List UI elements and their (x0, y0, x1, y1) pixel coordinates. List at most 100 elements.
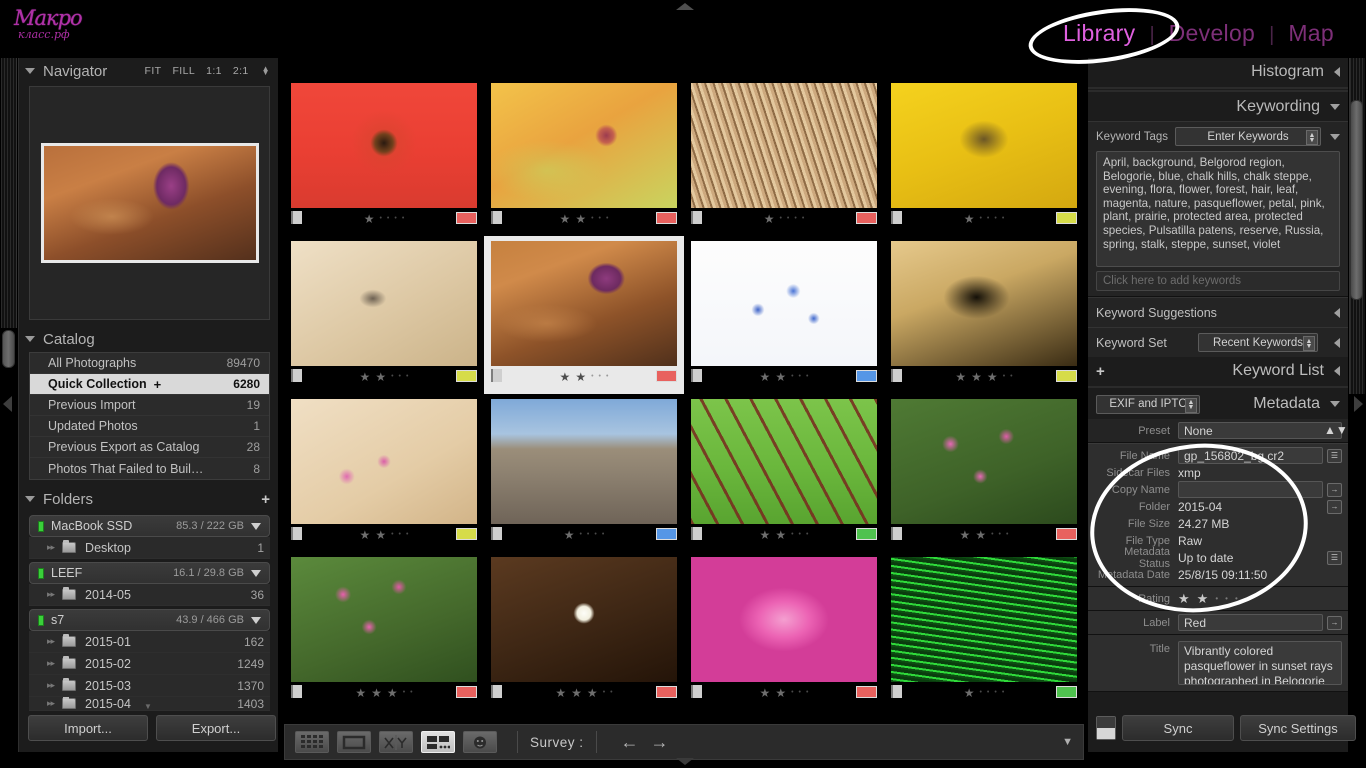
color-label-chip[interactable] (1056, 528, 1077, 540)
color-label-chip[interactable] (856, 686, 877, 698)
catalog-item-all-photographs[interactable]: All Photographs 89470 (30, 353, 269, 374)
rating-star[interactable]: ★ (960, 529, 971, 541)
thumbnail-image[interactable] (291, 399, 477, 524)
flag-icon[interactable] (491, 211, 502, 224)
rating-star[interactable]: ★ (1178, 591, 1190, 607)
rating-stars[interactable]: ★ ★ • • • (760, 529, 809, 541)
thumbnail-cell[interactable]: ★ • • • • (284, 78, 484, 236)
module-library[interactable]: Library (1049, 20, 1149, 47)
chevron-down-icon[interactable] (1330, 401, 1340, 407)
thumbnail-cell[interactable]: ★ ★ • • • (684, 552, 884, 710)
rating-stars[interactable]: ★ ★ • • • (960, 529, 1009, 541)
rating-star[interactable]: • (1010, 371, 1012, 383)
rating-star[interactable]: ★ (360, 529, 371, 541)
thumbnail-image[interactable] (891, 241, 1077, 366)
rating-star[interactable]: • (610, 687, 612, 699)
rating-star[interactable]: • (602, 529, 604, 541)
keywording-disclosure-icon[interactable] (1330, 133, 1340, 140)
catalog-header[interactable]: Catalog (19, 326, 278, 352)
flag-icon[interactable] (691, 685, 702, 698)
rating-star[interactable]: • (591, 371, 593, 383)
add-keywords-input[interactable]: Click here to add keywords (1096, 271, 1340, 291)
thumbnail-image[interactable] (291, 83, 477, 208)
rating-star[interactable]: ★ (964, 213, 975, 225)
thumbnail-cell[interactable]: ★ • • • • (884, 552, 1084, 710)
left-panel-grip[interactable] (1, 58, 17, 328)
rating-stars[interactable]: ★ • • • • (764, 213, 805, 225)
rating-star[interactable]: • (379, 213, 381, 225)
export-button[interactable]: Export... (156, 715, 276, 741)
color-label-chip[interactable] (456, 370, 477, 382)
flag-icon[interactable] (691, 527, 702, 540)
folder-volume-leef[interactable]: LEEF 16.1 / 29.8 GB (29, 562, 270, 584)
rating-star[interactable]: ★ (764, 213, 775, 225)
rating-star[interactable]: ★ (964, 687, 975, 699)
color-label-chip[interactable] (856, 370, 877, 382)
rating-star[interactable]: ★ (775, 529, 786, 541)
rating-star[interactable]: • (994, 687, 996, 699)
rating-star[interactable]: • (799, 529, 801, 541)
rating-star[interactable]: ★ (360, 371, 371, 383)
rating-star[interactable]: • (387, 213, 389, 225)
rating-star[interactable]: • (1235, 594, 1238, 603)
thumbnail-cell[interactable]: ★ ★ • • • (484, 78, 684, 236)
color-label-chip[interactable] (456, 528, 477, 540)
rating-star[interactable]: • (594, 529, 596, 541)
disclosure-icon[interactable]: ▸▸ (47, 658, 55, 669)
people-view-button[interactable] (463, 731, 497, 753)
rating-star[interactable]: • (987, 687, 989, 699)
rating-star[interactable]: • (799, 687, 801, 699)
survey-view-button[interactable] (421, 731, 455, 753)
nav-mode-fill[interactable]: FILL (172, 65, 195, 77)
thumbnail-image[interactable] (491, 399, 677, 524)
metadata-menu-icon[interactable]: ☰ (1327, 448, 1342, 463)
nav-mode-1-1[interactable]: 1:1 (206, 65, 222, 77)
rating-star[interactable]: • (391, 371, 393, 383)
sync-settings-button[interactable]: Sync Settings (1240, 715, 1356, 741)
keywords-textarea[interactable]: April, background, Belgorod region, Belo… (1096, 151, 1340, 267)
rating-star[interactable]: • (799, 371, 801, 383)
stepper-icon[interactable]: ▲▼ (1185, 397, 1197, 413)
rating-star[interactable]: • (1225, 594, 1228, 603)
rating-star[interactable]: • (1003, 371, 1005, 383)
color-label-chip[interactable] (656, 370, 677, 382)
catalog-item-failed-previews[interactable]: Photos That Failed to Buil… 8 (30, 458, 269, 479)
chevron-left-icon[interactable] (1334, 307, 1340, 318)
rating-star[interactable]: ★ (575, 371, 586, 383)
color-label-chip[interactable] (856, 528, 877, 540)
rating-star[interactable]: • (999, 529, 1001, 541)
rating-star[interactable]: • (791, 687, 793, 699)
disclosure-icon[interactable]: ▸▸ (47, 589, 55, 600)
metadata-menu-icon[interactable]: ☰ (1327, 550, 1342, 565)
rating-star[interactable]: • (994, 213, 996, 225)
chevron-down-icon[interactable] (25, 68, 35, 74)
keyword-suggestions-header[interactable]: Keyword Suggestions (1088, 297, 1348, 327)
rating-star[interactable]: • (406, 371, 408, 383)
disclosure-icon[interactable]: ▸▸ (47, 542, 55, 553)
rating-star[interactable]: ★ (760, 371, 771, 383)
rating-star[interactable]: • (591, 213, 593, 225)
rating-star[interactable]: ★ (987, 371, 998, 383)
preset-select[interactable]: None ▲▼ (1178, 422, 1348, 439)
metadata-field-value[interactable] (1178, 481, 1323, 498)
rating-star[interactable]: • (794, 213, 796, 225)
rating-stars[interactable]: ★ • • • • (564, 529, 605, 541)
flag-icon[interactable] (291, 369, 302, 382)
add-keyword-icon[interactable]: + (1096, 363, 1105, 380)
rating-stars[interactable]: ★ ★ • • • (360, 529, 409, 541)
rating-star[interactable]: • (806, 529, 808, 541)
color-label-chip[interactable] (1056, 370, 1077, 382)
thumbnail-image[interactable] (691, 241, 877, 366)
rating-star[interactable]: • (991, 529, 993, 541)
rating-star[interactable]: • (399, 371, 401, 383)
histogram-header[interactable]: Histogram (1088, 58, 1348, 86)
rating-star[interactable]: ★ (775, 687, 786, 699)
left-panel-collapse-icon[interactable] (3, 396, 12, 412)
rating-star[interactable]: • (599, 371, 601, 383)
right-panel-collapse-icon[interactable] (1354, 396, 1363, 412)
rating-star[interactable]: • (587, 529, 589, 541)
folder-row-2015-01[interactable]: ▸▸ 2015-01 162 (29, 631, 270, 653)
navigator-preview-box[interactable] (29, 86, 270, 320)
rating-stars[interactable]: ★ ★ • • • (1178, 591, 1238, 607)
color-label-input[interactable]: Red (1178, 614, 1323, 631)
